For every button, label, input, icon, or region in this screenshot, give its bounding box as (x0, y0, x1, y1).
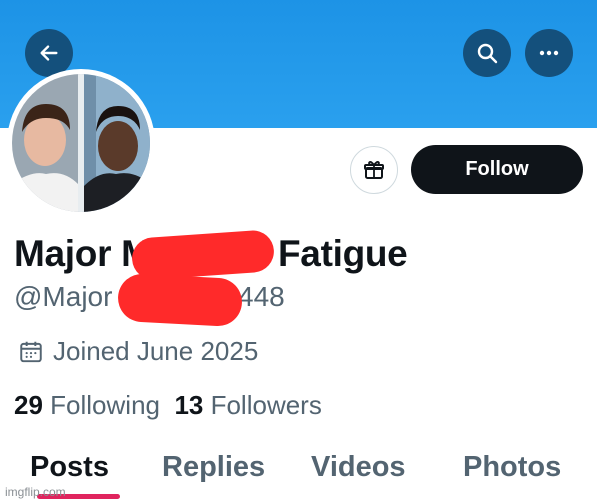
gift-button[interactable] (350, 146, 398, 194)
following-link[interactable]: 29 Following (14, 390, 160, 420)
profile-tabs: Posts Replies Videos Photos (0, 448, 597, 500)
following-count: 29 (14, 390, 43, 420)
search-icon (477, 43, 498, 64)
join-date: Joined June 2025 (18, 336, 258, 367)
tab-posts[interactable]: Posts (30, 451, 109, 484)
following-label: Following (50, 390, 160, 420)
follow-stats: 29 Following 13 Followers (14, 390, 322, 421)
tab-photos[interactable]: Photos (463, 451, 561, 484)
profile-handle-end: 448 (238, 281, 285, 312)
profile-name-first: Major M (14, 233, 152, 274)
watermark: imgflip.com (5, 485, 66, 499)
redaction-scribble (116, 272, 244, 328)
redaction-scribble (130, 229, 276, 281)
calendar-icon (20, 341, 42, 362)
tab-replies[interactable]: Replies (162, 451, 265, 484)
profile-name-last: Fatigue (278, 233, 408, 274)
follow-button[interactable]: Follow (411, 145, 583, 194)
arrow-left-icon (40, 45, 58, 61)
avatar-image (12, 74, 150, 212)
followers-link[interactable]: 13 Followers (174, 390, 321, 420)
more-button[interactable] (525, 29, 573, 77)
profile-name: Major M Fatigue (14, 233, 408, 275)
avatar[interactable] (7, 69, 155, 217)
profile-handle: @Major 448 (14, 281, 285, 313)
tab-videos[interactable]: Videos (311, 451, 406, 484)
search-button[interactable] (463, 29, 511, 77)
more-horizontal-icon (539, 50, 559, 56)
profile-handle-start: @Major (14, 281, 113, 312)
join-date-text: Joined June 2025 (53, 336, 259, 366)
followers-label: Followers (210, 390, 322, 420)
gift-icon (364, 160, 384, 179)
followers-count: 13 (174, 390, 204, 420)
